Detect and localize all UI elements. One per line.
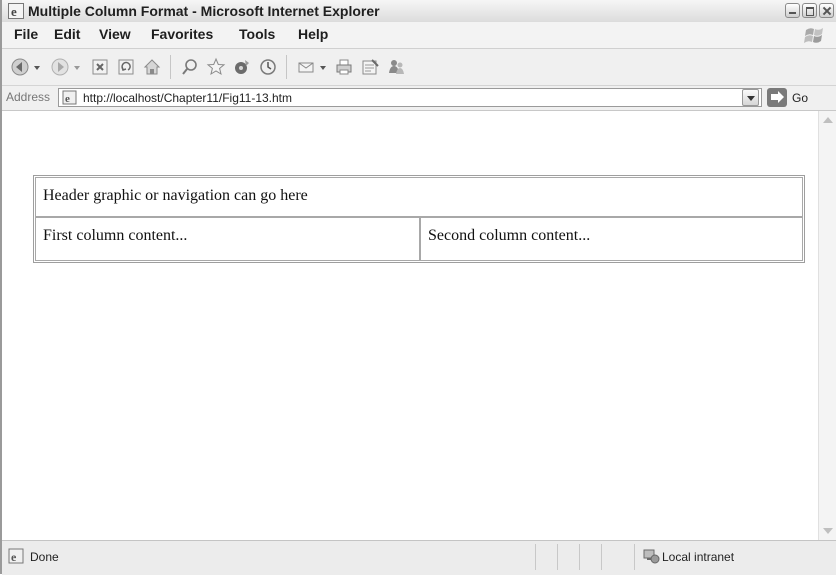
back-icon[interactable] bbox=[10, 57, 30, 77]
page-icon: e bbox=[62, 90, 77, 105]
address-input[interactable]: e http://localhost/Chapter11/Fig11-13.ht… bbox=[58, 88, 762, 107]
status-divider bbox=[535, 544, 536, 570]
toolbar-separator bbox=[286, 55, 287, 79]
go-arrow-icon[interactable] bbox=[767, 88, 787, 107]
page-viewport: Header graphic or navigation can go here… bbox=[2, 111, 818, 540]
layout-table: Header graphic or navigation can go here… bbox=[33, 175, 805, 263]
stop-icon[interactable] bbox=[90, 57, 110, 77]
menu-file[interactable]: File bbox=[14, 26, 38, 42]
status-bar: e Done Local intranet bbox=[2, 540, 836, 575]
header-cell: Header graphic or navigation can go here bbox=[35, 177, 803, 217]
window-controls bbox=[785, 3, 834, 18]
toolbar-separator bbox=[170, 55, 171, 79]
address-label: Address bbox=[6, 90, 51, 104]
local-intranet-icon bbox=[643, 549, 660, 564]
status-divider bbox=[601, 544, 602, 570]
address-url: http://localhost/Chapter11/Fig11-13.htm bbox=[83, 91, 293, 105]
status-divider bbox=[634, 544, 635, 570]
status-divider bbox=[579, 544, 580, 570]
toolbar bbox=[2, 49, 836, 86]
windows-logo-icon bbox=[804, 28, 823, 43]
search-icon[interactable] bbox=[180, 57, 200, 77]
home-icon[interactable] bbox=[142, 57, 162, 77]
svg-text:e: e bbox=[11, 4, 17, 19]
window-title: Multiple Column Format - Microsoft Inter… bbox=[28, 3, 380, 19]
refresh-icon[interactable] bbox=[116, 57, 136, 77]
menu-tools[interactable]: Tools bbox=[239, 26, 275, 42]
browser-window: e Multiple Column Format - Microsoft Int… bbox=[0, 0, 836, 575]
menu-help[interactable]: Help bbox=[298, 26, 328, 42]
menu-bar: File Edit View Favorites Tools Help bbox=[2, 22, 836, 49]
title-bar: e Multiple Column Format - Microsoft Int… bbox=[2, 0, 836, 23]
svg-text:e: e bbox=[11, 550, 17, 564]
svg-text:e: e bbox=[65, 93, 70, 105]
history-icon[interactable] bbox=[258, 57, 278, 77]
scroll-up-icon[interactable] bbox=[820, 112, 836, 128]
forward-icon[interactable] bbox=[50, 57, 70, 77]
status-divider bbox=[557, 544, 558, 570]
menu-view[interactable]: View bbox=[99, 26, 131, 42]
favorites-icon[interactable] bbox=[206, 57, 226, 77]
print-icon[interactable] bbox=[334, 57, 354, 77]
second-column-cell: Second column content... bbox=[420, 217, 803, 261]
messenger-icon[interactable] bbox=[386, 57, 406, 77]
address-dropdown-button[interactable] bbox=[742, 89, 759, 106]
mail-icon[interactable] bbox=[296, 57, 316, 77]
address-bar: Address e http://localhost/Chapter11/Fig… bbox=[2, 86, 836, 111]
scroll-down-icon[interactable] bbox=[820, 523, 836, 539]
back-dropdown-icon[interactable] bbox=[32, 57, 42, 77]
first-column-cell: First column content... bbox=[35, 217, 420, 261]
status-text: Done bbox=[30, 550, 59, 564]
media-icon[interactable] bbox=[232, 57, 252, 77]
maximize-button[interactable] bbox=[802, 3, 817, 18]
page-status-icon: e bbox=[8, 548, 24, 564]
go-button[interactable]: Go bbox=[792, 91, 808, 105]
minimize-button[interactable] bbox=[785, 3, 800, 18]
forward-dropdown-icon[interactable] bbox=[72, 57, 82, 77]
internet-explorer-icon: e bbox=[8, 3, 24, 19]
mail-dropdown-icon[interactable] bbox=[318, 57, 328, 77]
edit-icon[interactable] bbox=[360, 57, 380, 77]
menu-favorites[interactable]: Favorites bbox=[151, 26, 213, 42]
close-button[interactable] bbox=[819, 3, 834, 18]
zone-text: Local intranet bbox=[662, 550, 735, 564]
menu-edit[interactable]: Edit bbox=[54, 26, 80, 42]
vertical-scrollbar[interactable] bbox=[818, 111, 836, 540]
